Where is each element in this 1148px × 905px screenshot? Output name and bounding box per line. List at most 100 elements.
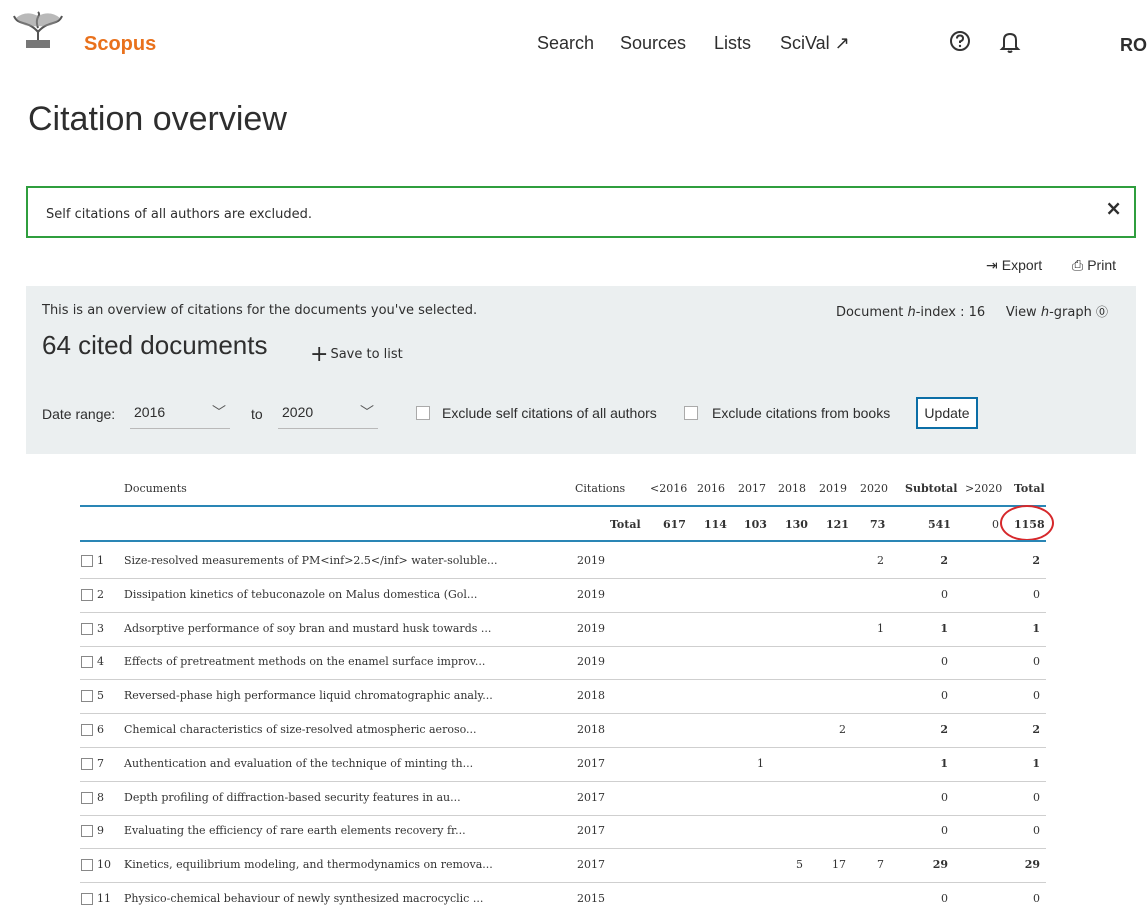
document-title-link[interactable]: Kinetics, equilibrium modeling, and ther… [124,858,493,871]
row-total: 1 [1032,622,1040,635]
document-title-link[interactable]: Effects of pretreatment methods on the e… [124,655,485,668]
row-total: 0 [1033,689,1040,702]
col-subtotal: Subtotal [905,482,958,495]
document-year: 2015 [577,892,605,905]
print-icon: ⎙ [1072,257,1084,273]
save-to-list-button[interactable]: + Save to list [310,342,403,367]
help-icon[interactable] [949,30,971,52]
row-total: 2 [1032,723,1040,736]
row-number: 1 [97,554,104,567]
notice-text: Self citations of all authors are exclud… [46,207,312,222]
elsevier-tree-logo[interactable] [8,10,68,50]
document-title-link[interactable]: Adsorptive performance of soy bran and m… [124,622,491,635]
exclude-self-label[interactable]: Exclude self citations of all authors [442,405,657,421]
nav-lists[interactable]: Lists [714,33,751,54]
col-2016: 2016 [697,482,725,495]
document-year: 2017 [577,858,605,871]
row-separator [80,781,1046,782]
cites-2019: 2 [839,723,846,736]
document-title-link[interactable]: Depth profiling of diffraction-based sec… [124,791,461,804]
bell-icon[interactable] [999,30,1021,54]
col-before-2016: <2016 [650,482,688,495]
row-checkbox[interactable] [81,555,93,567]
col-2017: 2017 [738,482,766,495]
nav-search[interactable]: Search [537,33,594,54]
chevron-down-icon: ﹀ [212,404,226,420]
row-number: 9 [97,824,104,837]
export-icon: ⇥ [986,257,998,273]
date-from-select[interactable]: 2016 ﹀ [130,398,230,429]
row-checkbox[interactable] [81,859,93,871]
document-title-link[interactable]: Physico-chemical behaviour of newly synt… [124,892,483,905]
document-title-link[interactable]: Size-resolved measurements of PM<inf>2.5… [124,554,498,567]
row-checkbox[interactable] [81,758,93,770]
print-button[interactable]: ⎙ Print [1072,257,1116,274]
update-button[interactable]: Update [916,397,978,429]
hindex-h: h [907,305,916,320]
document-title-link[interactable]: Authentication and evaluation of the tec… [124,757,473,770]
nav-sources[interactable]: Sources [620,33,686,54]
exclude-books-checkbox[interactable] [684,406,698,420]
document-title-link[interactable]: Dissipation kinetics of tebuconazole on … [124,588,477,601]
row-subtotal: 2 [940,723,948,736]
row-total: 0 [1033,655,1040,668]
col-2019: 2019 [819,482,847,495]
col-2020: 2020 [860,482,888,495]
nav-scival[interactable]: SciVal ↗ [780,33,850,54]
exclude-self-checkbox[interactable] [416,406,430,420]
view-h: h [1040,305,1050,320]
close-icon[interactable]: × [1105,196,1122,220]
cites-2017: 1 [757,757,764,770]
row-total: 0 [1033,824,1040,837]
panel-intro: This is an overview of citations for the… [42,303,478,318]
row-number: 6 [97,723,104,736]
row-number: 8 [97,791,104,804]
col-total: Total [1014,482,1045,495]
row-number: 4 [97,655,104,668]
total-2020: 73 [870,518,886,531]
row-separator [80,713,1046,714]
row-checkbox[interactable] [81,656,93,668]
row-checkbox[interactable] [81,589,93,601]
date-range-label: Date range: [42,406,116,422]
row-checkbox[interactable] [81,690,93,702]
cites-2018: 5 [796,858,803,871]
user-avatar-initials[interactable]: RO [1120,35,1147,56]
notice-banner: Self citations of all authors are exclud… [26,186,1136,238]
document-title-link[interactable]: Reversed-phase high performance liquid c… [124,689,493,702]
row-total: 0 [1033,588,1040,601]
totals-label: Total [610,518,641,531]
row-checkbox[interactable] [81,825,93,837]
export-button[interactable]: ⇥ Export [986,257,1042,274]
row-checkbox[interactable] [81,893,93,905]
document-title-link[interactable]: Evaluating the efficiency of rare earth … [124,824,466,837]
row-separator [80,578,1046,579]
row-number: 11 [97,892,111,905]
row-checkbox[interactable] [81,724,93,736]
exclude-books-label[interactable]: Exclude citations from books [712,405,890,421]
date-from-value: 2016 [134,404,166,420]
col-2018: 2018 [778,482,806,495]
scopus-brand[interactable]: Scopus [84,33,156,56]
print-label: Print [1087,257,1116,273]
document-year: 2017 [577,824,605,837]
hindex-label: Document [835,305,904,320]
document-year: 2019 [577,554,605,567]
document-title-link[interactable]: Chemical characteristics of size-resolve… [124,723,477,736]
date-to-select[interactable]: 2020 ﹀ [278,398,378,429]
help-icon[interactable]: ⓪ [1096,305,1108,319]
document-year: 2019 [577,622,605,635]
document-year: 2018 [577,689,605,702]
row-subtotal: 0 [941,588,948,601]
row-checkbox[interactable] [81,623,93,635]
view-hgraph-link[interactable]: View h-graph [1006,305,1092,320]
row-separator [80,747,1046,748]
top-header: Scopus Search Sources Lists SciVal ↗ RO [0,0,1148,90]
cites-2020: 2 [877,554,884,567]
document-year: 2017 [577,757,605,770]
total-2016: 114 [704,518,727,531]
row-number: 5 [97,689,104,702]
row-subtotal: 2 [940,554,948,567]
row-checkbox[interactable] [81,792,93,804]
date-to-label: to [251,406,263,422]
